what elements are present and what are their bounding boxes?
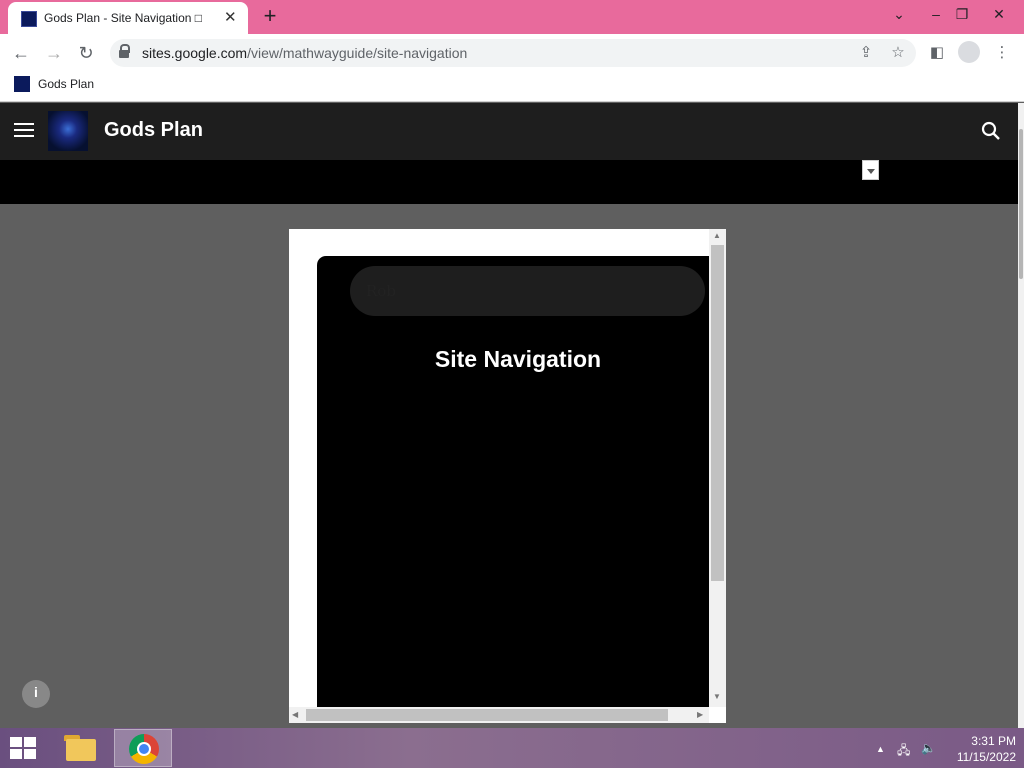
name-field-value: Rob: [366, 282, 396, 300]
url-text: sites.google.com/view/mathwayguide/site-…: [142, 45, 467, 61]
star-icon[interactable]: ☆: [887, 42, 909, 64]
embed-heading: Site Navigation: [434, 346, 602, 372]
bookmarks-bar: [0, 72, 1024, 102]
volume-icon[interactable]: 🔈: [921, 741, 936, 755]
menu-dots-icon[interactable]: ⋮: [991, 42, 1013, 64]
search-icon[interactable]: [981, 121, 1001, 141]
new-tab-icon[interactable]: +: [259, 3, 281, 29]
tray-expand-icon[interactable]: ▲: [876, 744, 885, 754]
scroll-thumb[interactable]: [711, 245, 724, 581]
scroll-left-icon[interactable]: ◀: [292, 710, 298, 719]
url-path: /view/mathwayguide/site-navigation: [247, 45, 468, 61]
restore-icon[interactable]: ❐: [947, 0, 977, 30]
close-window-icon[interactable]: ✕: [984, 0, 1014, 30]
share-icon[interactable]: ⇪: [855, 42, 877, 64]
taskbar-clock[interactable]: 3:31 PM 11/15/2022: [944, 733, 1016, 765]
tab-favicon: [21, 11, 37, 27]
bookmark-label: Gods Plan: [38, 77, 95, 91]
file-explorer-icon[interactable]: [64, 733, 98, 763]
hamburger-icon[interactable]: [14, 123, 34, 139]
tab-close-icon[interactable]: ✕: [224, 8, 237, 26]
bookmark-favicon: [14, 76, 30, 92]
profile-icon[interactable]: [958, 41, 980, 63]
scroll-thumb[interactable]: [306, 709, 668, 721]
dropdown-toggle[interactable]: [862, 160, 879, 180]
embed-horizontal-scrollbar[interactable]: ◀ ▶: [289, 707, 709, 723]
sidepanel-icon[interactable]: ◧: [926, 42, 948, 64]
windows-start-icon[interactable]: [10, 737, 38, 761]
url-host: sites.google.com: [142, 45, 248, 61]
info-icon[interactable]: [22, 680, 50, 708]
embed-card: [317, 256, 709, 708]
network-icon[interactable]: 🖧: [897, 741, 910, 762]
scroll-right-icon[interactable]: ▶: [697, 710, 703, 719]
name-field[interactable]: Rob: [350, 266, 705, 316]
site-title[interactable]: Gods Plan: [104, 119, 203, 142]
scroll-up-icon[interactable]: ▲: [713, 231, 721, 240]
reload-icon[interactable]: ↻: [75, 42, 97, 64]
forward-icon[interactable]: →: [43, 42, 65, 64]
tab-title: Gods Plan - Site Navigation □: [44, 11, 202, 25]
browser-tab[interactable]: Gods Plan - Site Navigation □ ✕: [8, 2, 248, 34]
site-logo[interactable]: [48, 111, 88, 151]
chrome-icon: [129, 734, 159, 764]
back-icon[interactable]: ←: [10, 42, 32, 64]
scroll-down-icon[interactable]: ▼: [713, 692, 721, 701]
embed-vertical-scrollbar[interactable]: ▲ ▼: [709, 229, 726, 707]
page-scrollbar[interactable]: [1018, 103, 1024, 728]
chrome-taskbar-button[interactable]: [114, 729, 172, 767]
clock-time: 3:31 PM: [971, 734, 1016, 748]
clock-date: 11/15/2022: [956, 750, 1016, 764]
address-bar[interactable]: sites.google.com/view/mathwayguide/site-…: [110, 39, 916, 67]
tab-search-chevron-icon[interactable]: ⌄: [884, 0, 914, 30]
lock-icon[interactable]: [119, 44, 130, 58]
